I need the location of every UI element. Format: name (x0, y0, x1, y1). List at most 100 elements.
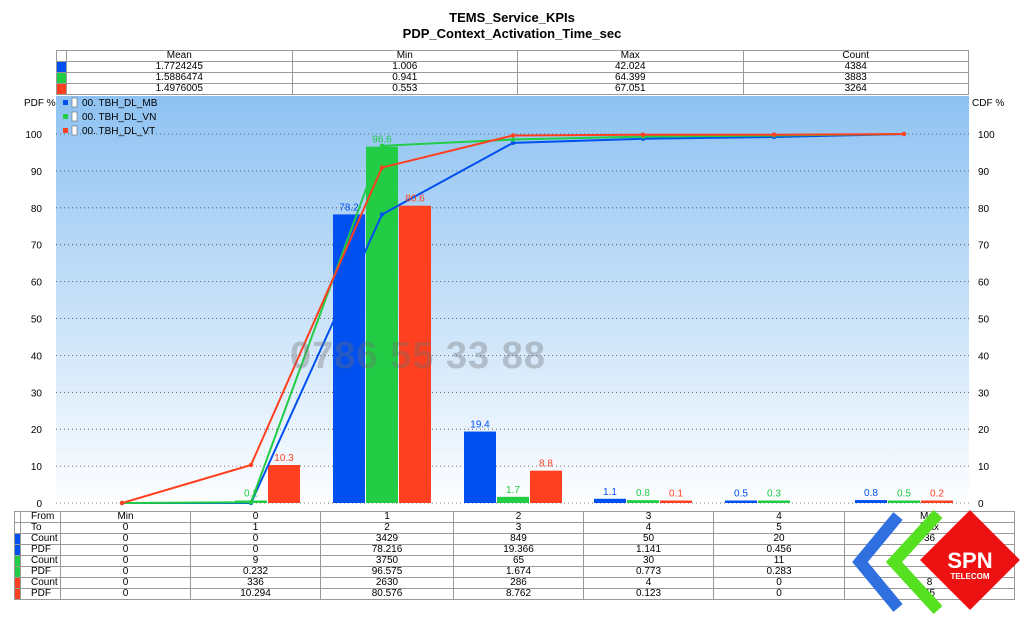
distribution-cell: 3 (583, 511, 714, 523)
distribution-cell: 336 (190, 577, 321, 589)
distribution-cell: 0 (60, 555, 191, 567)
bar (627, 500, 659, 503)
distribution-cell: Min (60, 511, 191, 523)
logo-text: SPN (947, 548, 992, 573)
y-right-tick-label: 100 (978, 130, 995, 141)
bar-data-label: 10.3 (274, 453, 294, 464)
cdf-point (248, 500, 254, 505)
y-right-tick-label: 20 (978, 425, 990, 436)
legend-device-icon (71, 125, 78, 136)
y-right-tick-label: 10 (978, 462, 990, 473)
legend-swatch (63, 114, 68, 119)
distribution-cell: 4 (713, 511, 845, 523)
y-right-tick-label: 70 (978, 241, 990, 252)
legend-device-icon (71, 97, 78, 108)
bar-data-label: 0.2 (244, 489, 258, 500)
distribution-cell: 0 (60, 533, 191, 545)
legend-label: 00. TBH_DL_MB (82, 98, 158, 109)
cdf-point (510, 137, 516, 142)
distribution-cell: 65 (453, 555, 584, 567)
distribution-cell: 0 (190, 544, 321, 556)
distribution-cell: 0.232 (190, 566, 321, 578)
bar-data-label: 0.8 (636, 488, 650, 499)
distribution-cell: 3429 (320, 533, 454, 545)
y-right-tick-label: 50 (978, 315, 990, 326)
distribution-cell: 0 (60, 577, 191, 589)
y-left-tick-label: 60 (31, 278, 43, 289)
bar-data-label: 1.7 (506, 485, 520, 496)
distribution-cell: 1 (190, 522, 321, 534)
distribution-cell: 2 (453, 511, 584, 523)
bar (594, 498, 626, 503)
distribution-row-label: Count (20, 555, 61, 567)
logo-subtext: TELECOM (950, 572, 989, 581)
bar-data-label: 0.5 (734, 489, 748, 500)
bar (855, 500, 887, 503)
distribution-cell: 96.575 (320, 566, 454, 578)
distribution-cell: 8.762 (453, 588, 584, 600)
distribution-cell: 0.456 (713, 544, 845, 556)
distribution-cell: 1 (320, 511, 454, 523)
distribution-row-label: Count (20, 533, 61, 545)
y-left-tick-label: 70 (31, 241, 43, 252)
distribution-cell: 849 (453, 533, 584, 545)
bar-data-label: 19.4 (470, 420, 490, 431)
spn-telecom-logo: SPN TELECOM (852, 509, 1020, 615)
y-right-axis-label: CDF % (972, 98, 1004, 109)
distribution-cell: 9 (190, 555, 321, 567)
bar-data-label: 78.2 (339, 202, 359, 213)
distribution-cell: 0 (60, 544, 191, 556)
distribution-cell: 80.576 (320, 588, 454, 600)
bar (888, 500, 920, 503)
distribution-row-label: PDF (20, 566, 61, 578)
legend-device-icon (71, 111, 78, 122)
y-right-tick-label: 80 (978, 204, 990, 215)
distribution-cell: 0.283 (713, 566, 845, 578)
distribution-cell: 3 (453, 522, 584, 534)
cdf-point (248, 462, 254, 468)
y-right-tick-label: 60 (978, 278, 990, 289)
distribution-cell: 20 (713, 533, 845, 545)
plot-area (56, 96, 969, 511)
bar (660, 500, 692, 503)
distribution-cell: 0 (190, 511, 321, 523)
y-left-tick-label: 50 (31, 315, 43, 326)
distribution-cell: 3750 (320, 555, 454, 567)
y-left-tick-label: 80 (31, 204, 43, 215)
cdf-point (771, 132, 777, 137)
cdf-point (379, 165, 385, 170)
bar (366, 146, 398, 503)
bar-data-label: 96.6 (372, 135, 392, 146)
distribution-cell: 5 (713, 522, 845, 534)
distribution-cell: 1.141 (583, 544, 714, 556)
bar (921, 500, 953, 503)
distribution-cell: 0.773 (583, 566, 714, 578)
distribution-row-label: PDF (20, 544, 61, 556)
bar (497, 496, 529, 503)
distribution-row-label: Count (20, 577, 61, 589)
distribution-cell: 0 (190, 533, 321, 545)
y-left-tick-label: 90 (31, 167, 43, 178)
cdf-point (640, 132, 646, 137)
bar (725, 500, 757, 503)
bar-data-label: 0.1 (669, 489, 683, 500)
distribution-cell: 0 (60, 566, 191, 578)
y-left-tick-label: 100 (25, 130, 42, 141)
distribution-row-label: PDF (20, 588, 61, 600)
y-left-tick-label: 30 (31, 388, 43, 399)
distribution-cell: 0 (60, 588, 191, 600)
bar-data-label: 8.8 (539, 459, 553, 470)
bar-data-label: 0.8 (864, 488, 878, 499)
distribution-cell: 2630 (320, 577, 454, 589)
cdf-point (379, 212, 385, 217)
cdf-point (119, 500, 125, 506)
watermark-phone: 0786 55 33 88 (290, 335, 547, 377)
distribution-cell: 0.123 (583, 588, 714, 600)
distribution-cell: 78.216 (320, 544, 454, 556)
bar-data-label: 0.5 (897, 489, 911, 500)
distribution-cell: 50 (583, 533, 714, 545)
distribution-cell: 0 (60, 522, 191, 534)
bar-data-label: 1.1 (603, 487, 617, 498)
legend-swatch (63, 128, 68, 133)
distribution-cell: 19.366 (453, 544, 584, 556)
